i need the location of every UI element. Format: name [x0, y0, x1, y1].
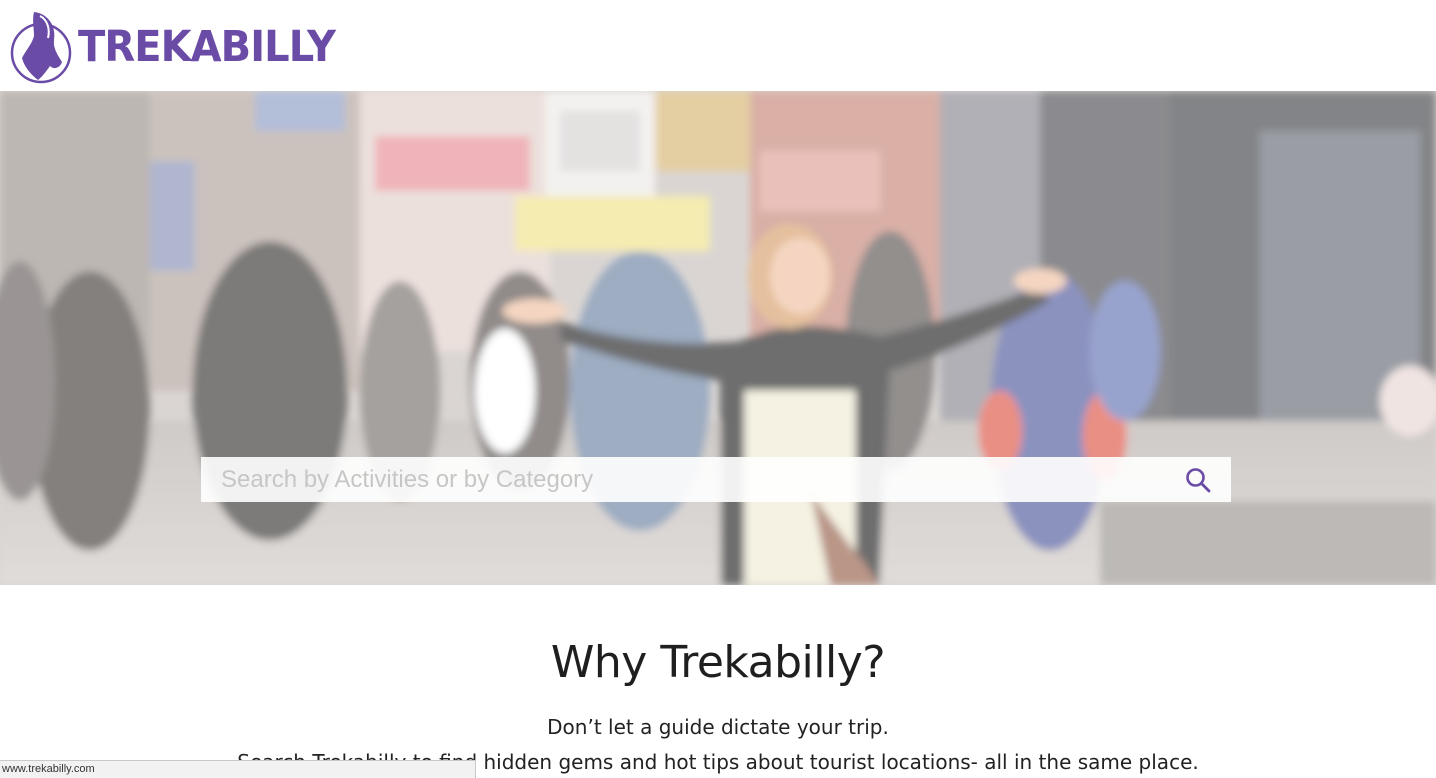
search-icon[interactable] — [1185, 467, 1211, 493]
search-input[interactable] — [201, 457, 1185, 502]
goat-logo-icon — [10, 12, 72, 84]
hero-banner — [0, 91, 1436, 585]
logo-link[interactable]: TREKABILLY — [10, 10, 354, 84]
page: TREKABILLY Search by Activities or by Ca… — [0, 0, 1436, 778]
site-header: TREKABILLY — [0, 0, 1436, 91]
brand-name: TREKABILLY — [78, 21, 336, 72]
search-bar — [201, 457, 1231, 502]
why-section: Why Trekabilly? Don’t let a guide dictat… — [0, 585, 1436, 778]
why-heading: Why Trekabilly? — [550, 637, 886, 688]
status-bar-url: www.trekabilly.com — [0, 760, 476, 778]
why-tagline: Don’t let a guide dictate your trip. — [547, 715, 889, 739]
hero-fade-overlay — [0, 91, 1436, 585]
